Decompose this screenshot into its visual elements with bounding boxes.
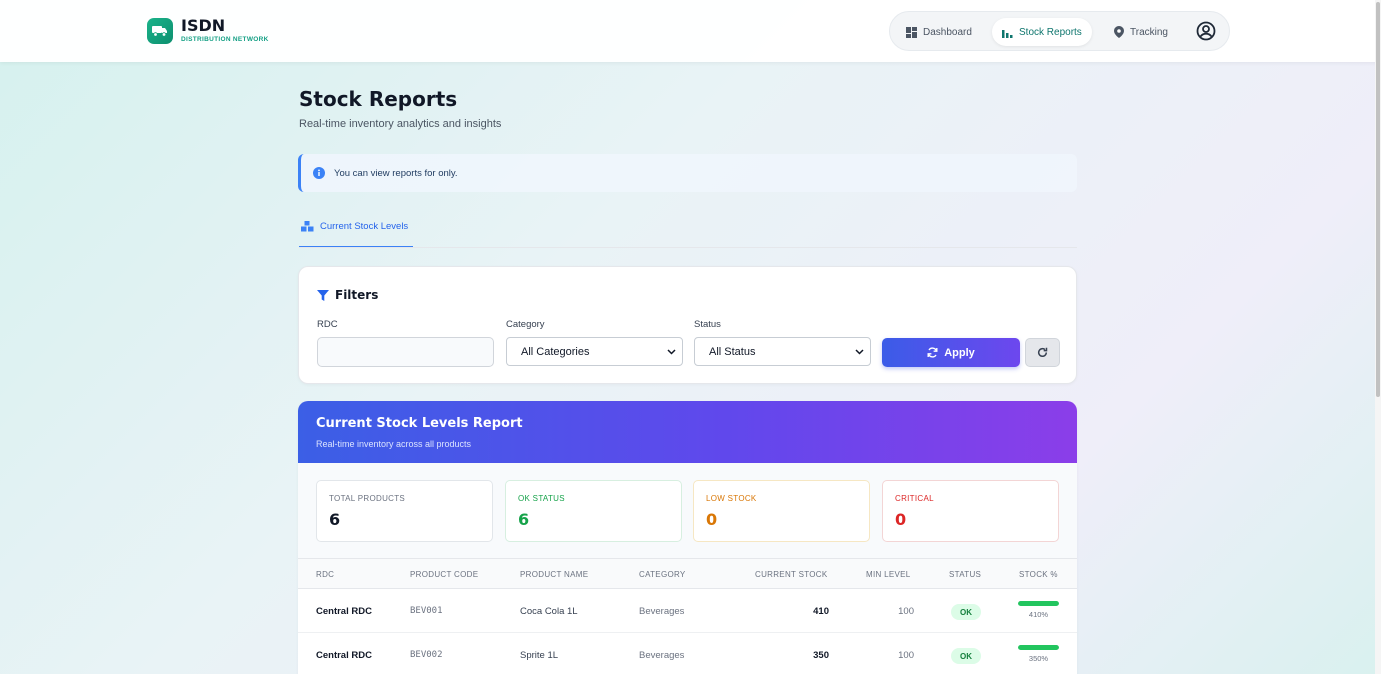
cell-product-code: BEV001	[410, 606, 443, 616]
status-label: Status	[694, 319, 721, 330]
stock-progress-bar	[1018, 645, 1059, 650]
stock-pct-label: 410%	[1028, 610, 1049, 619]
stat-value: 0	[895, 510, 907, 529]
table-row[interactable]: Central RDC BEV001 Coca Cola 1L Beverage…	[298, 589, 1077, 633]
nav-tracking-label: Tracking	[1130, 26, 1168, 38]
stat-label: CRITICAL	[895, 494, 934, 503]
col-current-stock[interactable]: CURRENT STOCK	[755, 570, 828, 579]
brand[interactable]: ISDN DISTRIBUTION NETWORK	[181, 16, 269, 43]
cell-current-stock: 410	[813, 606, 829, 617]
chevron-down-icon	[855, 349, 864, 355]
col-product-name[interactable]: PRODUCT NAME	[520, 570, 588, 579]
nav-stock-reports[interactable]: Stock Reports	[992, 18, 1092, 46]
stats-summary: TOTAL PRODUCTS 6 OK STATUS 6 LOW STOCK 0…	[298, 463, 1077, 559]
stock-report-card: Current Stock Levels Report Real-time in…	[298, 401, 1077, 674]
stat-ok-status: OK STATUS 6	[505, 480, 682, 542]
category-select-value: All Categories	[521, 345, 590, 358]
status-select[interactable]: All Status	[694, 337, 871, 366]
apply-button[interactable]: Apply	[882, 338, 1020, 367]
brand-subtitle: DISTRIBUTION NETWORK	[181, 36, 269, 43]
page-subtitle: Real-time inventory analytics and insigh…	[299, 118, 502, 130]
page-title: Stock Reports	[299, 87, 458, 111]
rdc-label: RDC	[317, 319, 338, 330]
status-badge: OK	[951, 648, 981, 664]
status-select-value: All Status	[709, 345, 756, 358]
cell-min-level: 100	[898, 606, 914, 617]
nav-dashboard[interactable]: Dashboard	[896, 18, 982, 46]
reset-button[interactable]	[1025, 338, 1060, 367]
boxes-icon	[301, 221, 314, 232]
table-row[interactable]: Central RDC BEV002 Sprite 1L Beverages 3…	[298, 633, 1077, 674]
col-min-level[interactable]: MIN LEVEL	[866, 570, 911, 579]
stat-value: 0	[706, 510, 718, 529]
stat-value: 6	[518, 510, 530, 529]
col-product-code[interactable]: PRODUCT CODE	[410, 570, 478, 579]
chevron-down-icon	[667, 349, 676, 355]
category-label: Category	[506, 319, 545, 330]
brand-title: ISDN	[181, 16, 226, 35]
page-scrollbar[interactable]	[1375, 0, 1381, 674]
report-title: Current Stock Levels Report	[316, 416, 523, 431]
rdc-input[interactable]	[317, 337, 494, 367]
report-subtitle: Real-time inventory across all products	[316, 439, 472, 449]
alert-text: You can view reports for only.	[334, 167, 458, 179]
stock-progress-bar	[1018, 601, 1059, 606]
sync-icon	[927, 347, 938, 358]
stat-label: OK STATUS	[518, 494, 565, 503]
cell-product-name: Coca Cola 1L	[520, 606, 578, 617]
stock-progress-fill	[1018, 601, 1059, 606]
refresh-icon	[1038, 347, 1048, 357]
stock-pct-label: 350%	[1028, 654, 1049, 663]
stat-value: 6	[329, 510, 341, 529]
truck-logo-icon[interactable]	[147, 18, 173, 44]
info-icon	[313, 167, 325, 179]
status-badge: OK	[951, 604, 981, 620]
map-pin-icon	[1114, 26, 1124, 38]
stat-critical: CRITICAL 0	[882, 480, 1059, 542]
cell-product-name: Sprite 1L	[520, 650, 559, 661]
filters-card: Filters RDC Category All Categories Stat…	[298, 266, 1077, 384]
filters-heading: Filters	[317, 288, 378, 302]
cell-rdc: Central RDC	[316, 606, 372, 617]
nav-dashboard-label: Dashboard	[923, 26, 972, 38]
cell-category: Beverages	[639, 650, 685, 661]
bar-chart-icon	[1002, 29, 1013, 38]
apply-label: Apply	[944, 346, 975, 359]
col-status[interactable]: STATUS	[949, 570, 981, 579]
tab-label: Current Stock Levels	[320, 221, 409, 232]
col-category[interactable]: CATEGORY	[639, 570, 686, 579]
stock-progress-fill	[1018, 645, 1059, 650]
col-stock-pct[interactable]: STOCK %	[1019, 570, 1058, 579]
nav-stock-reports-label: Stock Reports	[1019, 26, 1082, 38]
tab-current-stock-levels[interactable]: Current Stock Levels	[299, 215, 413, 248]
stat-label: LOW STOCK	[706, 494, 757, 503]
stat-label: TOTAL PRODUCTS	[329, 494, 406, 503]
filters-title: Filters	[335, 288, 379, 302]
filter-icon	[317, 289, 329, 301]
cell-category: Beverages	[639, 606, 685, 617]
report-header: Current Stock Levels Report Real-time in…	[298, 401, 1077, 463]
table-header: RDC PRODUCT CODE PRODUCT NAME CATEGORY C…	[298, 559, 1077, 589]
col-rdc[interactable]: RDC	[316, 570, 334, 579]
nav-tracking[interactable]: Tracking	[1104, 18, 1178, 46]
dashboard-icon	[906, 26, 917, 38]
top-navbar: ISDN DISTRIBUTION NETWORK Dashboard Stoc…	[0, 0, 1381, 62]
cell-min-level: 100	[898, 650, 914, 661]
stat-total-products: TOTAL PRODUCTS 6	[316, 480, 493, 542]
tab-divider	[299, 247, 1077, 248]
user-circle-icon[interactable]	[1196, 21, 1216, 46]
scrollbar-thumb[interactable]	[1376, 2, 1380, 397]
main-nav: Dashboard Stock Reports Tracking	[889, 11, 1230, 51]
info-alert: You can view reports for only.	[298, 154, 1077, 192]
cell-rdc: Central RDC	[316, 650, 372, 661]
stat-low-stock: LOW STOCK 0	[693, 480, 870, 542]
cell-current-stock: 350	[813, 650, 829, 661]
category-select[interactable]: All Categories	[506, 337, 683, 366]
cell-product-code: BEV002	[410, 650, 443, 660]
